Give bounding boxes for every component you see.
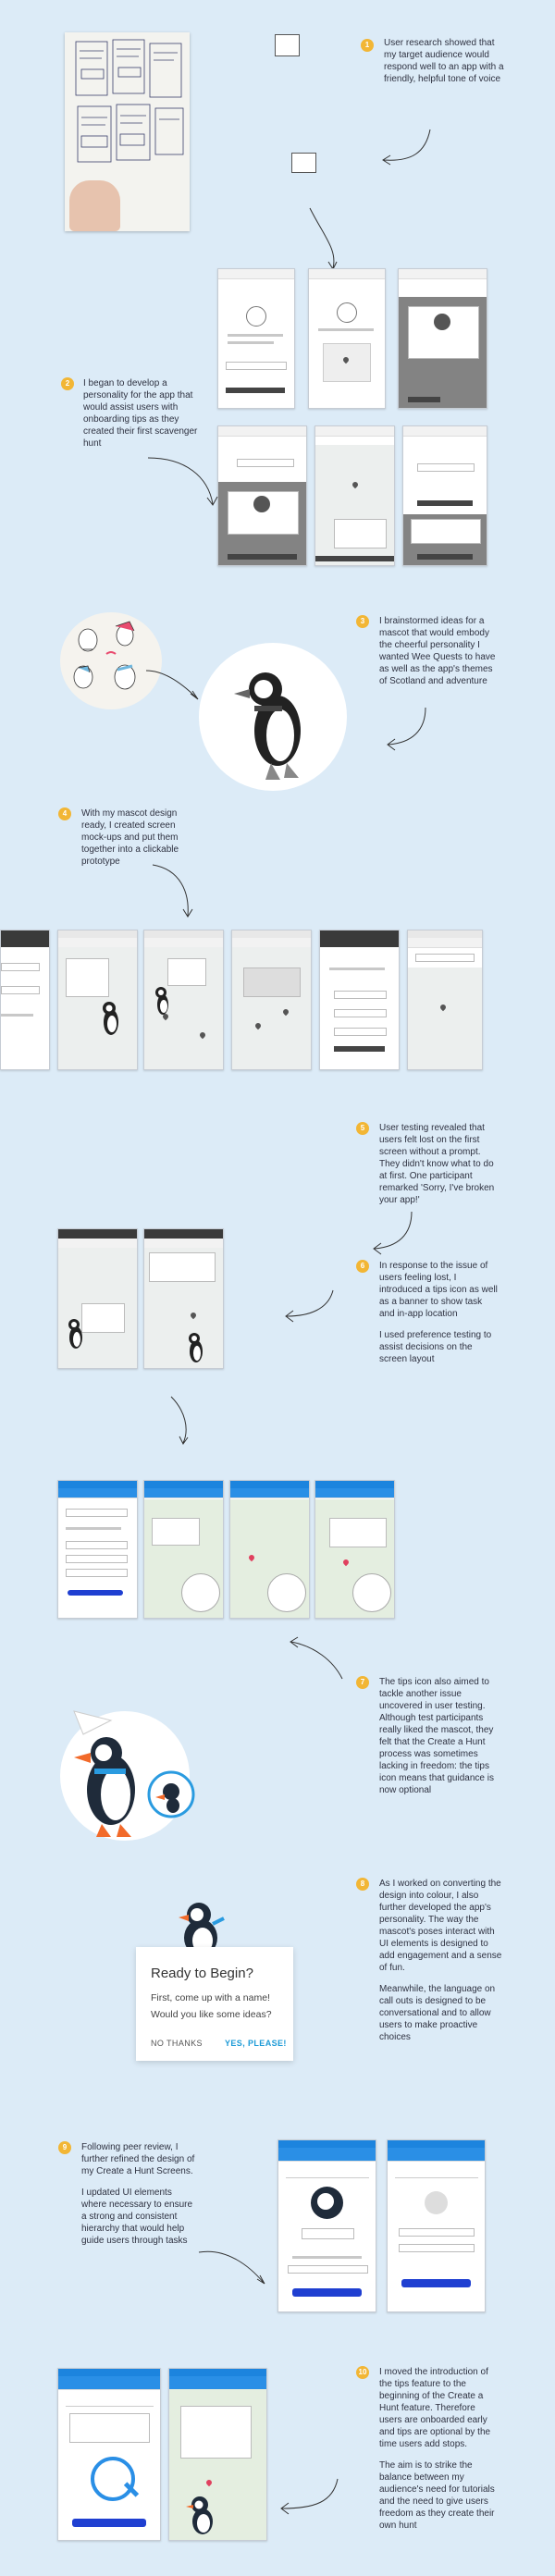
wireframe-screen bbox=[308, 268, 386, 409]
sketch-note-1 bbox=[275, 34, 300, 56]
arrow-6a bbox=[285, 1289, 334, 1323]
prototype-screen bbox=[143, 930, 224, 1070]
step-badge-2: 2 bbox=[61, 377, 74, 390]
step-badge-9: 9 bbox=[58, 2141, 71, 2154]
wireframe-screen bbox=[217, 425, 307, 566]
step-note-5: User testing revealed that users felt lo… bbox=[379, 1122, 500, 1215]
sketch-note-2 bbox=[291, 153, 316, 173]
no-thanks-button[interactable]: NO THANKS bbox=[151, 2039, 203, 2048]
arrow-2 bbox=[147, 457, 218, 506]
prototype-screen bbox=[231, 930, 312, 1070]
prototype-screen bbox=[57, 930, 138, 1070]
arrow-1b bbox=[309, 207, 338, 271]
wireframe-screen bbox=[398, 268, 487, 409]
step-note-8: As I worked on converting the design int… bbox=[379, 1878, 504, 2052]
tips-screen bbox=[57, 1228, 138, 1369]
yes-please-button[interactable]: YES, PLEASE! bbox=[225, 2039, 287, 2048]
prototype-screen bbox=[319, 930, 400, 1070]
prototype-screen bbox=[0, 930, 50, 1070]
step-text: I moved the introduction of the tips fea… bbox=[379, 2367, 491, 2449]
dialog-title: Ready to Begin? bbox=[151, 1966, 253, 1981]
arrow-3b bbox=[387, 707, 426, 751]
colour-screen bbox=[143, 1480, 224, 1619]
step-text: In response to the issue of users feelin… bbox=[379, 1261, 498, 1319]
step-note-9: Following peer review, I further refined… bbox=[81, 2141, 197, 2256]
step-badge-7: 7 bbox=[356, 1676, 369, 1689]
wireframe-screen bbox=[217, 268, 295, 409]
step-text: I began to develop a personality for the… bbox=[83, 378, 198, 449]
puffin-peeking bbox=[176, 1896, 227, 1956]
step-badge-4: 4 bbox=[58, 807, 71, 820]
create-hunt-screen bbox=[387, 2139, 486, 2312]
step-badge-8: 8 bbox=[356, 1878, 369, 1891]
step-text: With my mascot design ready, I created s… bbox=[81, 808, 179, 867]
colour-screen bbox=[57, 1480, 138, 1619]
wireframe-screen bbox=[314, 425, 395, 566]
step-text: User testing revealed that users felt lo… bbox=[379, 1123, 495, 1205]
colour-screen bbox=[314, 1480, 395, 1619]
step-note-10: I moved the introduction of the tips fea… bbox=[379, 2366, 500, 2541]
step-note-6: In response to the issue of users feelin… bbox=[379, 1260, 500, 1374]
step-text: User research showed that my target audi… bbox=[384, 38, 504, 84]
step-text: I used preference testing to assist deci… bbox=[379, 1330, 492, 1364]
step-text: The aim is to strike the balance between… bbox=[379, 2460, 495, 2531]
ready-to-begin-dialog: Ready to Begin? First, come up with a na… bbox=[136, 1947, 293, 2061]
arrow-10 bbox=[280, 2478, 339, 2515]
step-badge-1: 1 bbox=[361, 39, 374, 52]
step-text: Meanwhile, the language on call outs is … bbox=[379, 1984, 496, 2042]
arrow-1 bbox=[382, 129, 431, 166]
step-text: I updated UI elements where necessary to… bbox=[81, 2188, 193, 2246]
prototype-screen bbox=[407, 930, 483, 1070]
step-note-1: User research showed that my target audi… bbox=[384, 37, 504, 94]
paper-sketches-photo bbox=[65, 32, 190, 231]
arrow-9 bbox=[198, 2250, 265, 2285]
step-note-2: I began to develop a personality for the… bbox=[83, 377, 199, 459]
puffin-tips-illustration bbox=[56, 1702, 208, 1845]
step-badge-6: 6 bbox=[356, 1260, 369, 1273]
dialog-body: First, come up with a name! Would you li… bbox=[151, 1992, 272, 2020]
create-hunt-screen bbox=[278, 2139, 376, 2312]
arrow-6b bbox=[170, 1396, 189, 1445]
step-badge-10: 10 bbox=[356, 2366, 369, 2379]
step-text: Following peer review, I further refined… bbox=[81, 2142, 195, 2176]
onboarding-screen bbox=[57, 2368, 161, 2541]
onboarding-screen bbox=[168, 2368, 267, 2541]
arrow-7a bbox=[290, 1636, 343, 1680]
hand bbox=[69, 180, 120, 231]
step-badge-3: 3 bbox=[356, 615, 369, 628]
colour-screen bbox=[229, 1480, 310, 1619]
step-note-7: The tips icon also aimed to tackle anoth… bbox=[379, 1676, 500, 1806]
tips-screen bbox=[143, 1228, 224, 1369]
wireframe-screen bbox=[402, 425, 487, 566]
step-text: The tips icon also aimed to tackle anoth… bbox=[379, 1677, 494, 1795]
arrow-5 bbox=[373, 1211, 413, 1255]
mascot-circle bbox=[199, 643, 347, 791]
step-note-3: I brainstormed ideas for a mascot that w… bbox=[379, 615, 500, 696]
step-badge-5: 5 bbox=[356, 1122, 369, 1135]
arrow-4 bbox=[152, 864, 193, 918]
step-text: As I worked on converting the design int… bbox=[379, 1879, 502, 1973]
step-text: I brainstormed ideas for a mascot that w… bbox=[379, 616, 496, 686]
arrow-3a bbox=[145, 670, 199, 700]
